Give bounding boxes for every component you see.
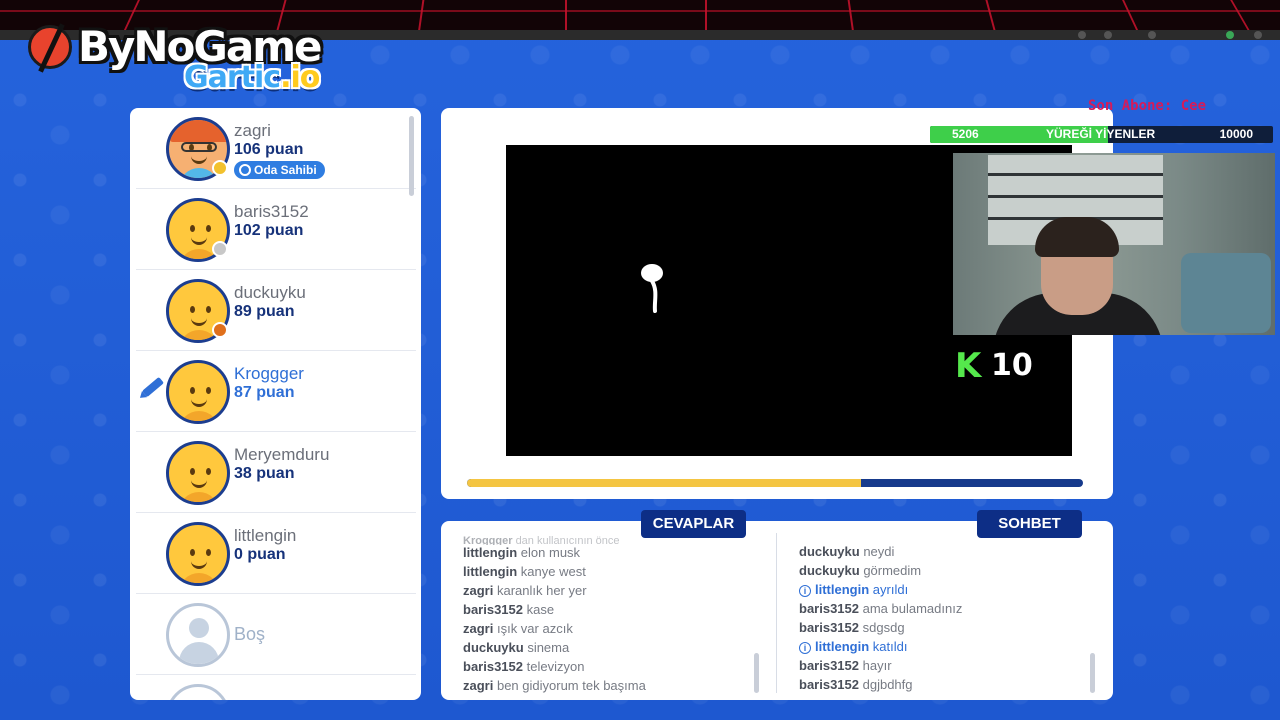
empty-avatar-icon (166, 684, 230, 700)
panel-divider (776, 533, 777, 693)
player-row[interactable]: duckuyku 89 puan (136, 270, 416, 351)
player-row[interactable]: baris3152 102 puan (136, 189, 416, 270)
donation-goal-bar: 5206 YÜREĞİ YİYENLER 10000 (930, 126, 1273, 143)
gartic-logo-main: Gartic (184, 60, 281, 95)
player-score: 106 puan (234, 141, 304, 158)
bynogame-mark-icon (28, 24, 72, 69)
chat-message: baris3152 sdgsdg (799, 620, 905, 635)
answer-message: littlengin kanye west (463, 564, 586, 579)
empty-slot[interactable]: Boş (136, 594, 416, 675)
answer-message: duckuyku sinema (463, 640, 570, 655)
profile-icon[interactable] (1226, 31, 1234, 39)
player-score: 89 puan (234, 303, 295, 320)
info-icon: i (799, 642, 811, 654)
goal-title: YÜREĞİ YİYENLER (1046, 127, 1156, 141)
answer-message: zagri karanlık her yer (463, 583, 587, 598)
player-score: 0 puan (234, 546, 286, 563)
answers-chat-panel: Kroggger dan kullanıcının önce littlengi… (441, 521, 1113, 700)
player-score: 102 puan (234, 222, 304, 239)
chat-message: baris3152 ama bulamadınız (799, 601, 963, 616)
empty-slot[interactable] (136, 675, 416, 700)
kick-icon: K (955, 345, 982, 386)
answer-message: zagri ben gidiyorum tek başıma (463, 678, 646, 693)
info-icon: i (799, 585, 811, 597)
chat-message: baris3152 dgjbdhfg (799, 677, 913, 692)
kick-counter: K 10 (955, 348, 1033, 383)
status-dot (212, 322, 228, 338)
gartic-logo-suffix: .io (280, 60, 320, 95)
answer-message: zagri ışık var azcık (463, 621, 573, 636)
answers-scrollbar[interactable] (754, 653, 759, 693)
player-name: Meryemduru (234, 445, 330, 464)
kick-counter-value: 10 (991, 348, 1033, 383)
status-dot (212, 241, 228, 257)
badge-label: Oda Sahibi (254, 163, 317, 177)
room-owner-badge: Oda Sahibi (234, 161, 325, 179)
avatar (166, 441, 230, 505)
system-message: i littlengin ayrıldı (799, 582, 1109, 601)
tab-answers[interactable]: CEVAPLAR (641, 510, 746, 538)
round-timer-fill (467, 479, 862, 487)
chat-scrollbar[interactable] (1090, 653, 1095, 693)
chat-message: duckuyku görmedim (799, 563, 922, 578)
player-row[interactable]: littlengin 0 puan (136, 513, 416, 594)
round-timer-bar (467, 479, 1083, 487)
crown-icon (239, 164, 251, 176)
player-name: duckuyku (234, 283, 306, 302)
streamer-webcam (953, 153, 1275, 335)
empty-avatar-icon (166, 603, 230, 667)
player-name: littlengin (234, 526, 297, 545)
extension-icon[interactable] (1104, 31, 1112, 39)
last-subscriber-ticker: Son Abone: Cee (1088, 98, 1207, 114)
player-score: 87 puan (234, 384, 295, 401)
player-row[interactable]: zagri 106 puan Oda Sahibi (136, 108, 416, 189)
extension-icon[interactable] (1078, 31, 1086, 39)
stroke-line (650, 279, 658, 313)
chat-message: baris3152 hayır (799, 658, 892, 673)
players-scrollbar[interactable] (409, 116, 414, 196)
players-panel: zagri 106 puan Oda Sahibi baris3152 102 … (130, 108, 421, 700)
answer-message: baris3152 televizyon (463, 659, 585, 674)
player-row-drawing[interactable]: Kroggger 87 puan (136, 351, 416, 432)
status-dot (212, 160, 228, 176)
empty-slot-label: Boş (234, 624, 266, 644)
chat-list: duckuyku neydi duckuyku görmedim i little… (799, 544, 1109, 696)
extension-icon[interactable] (1148, 31, 1156, 39)
pencil-icon (142, 376, 164, 398)
system-message: i littlengin katıldı (799, 639, 1109, 658)
chat-message: duckuyku neydi (799, 544, 895, 559)
gartic-logo[interactable]: Gartic.io (184, 60, 320, 95)
player-name: baris3152 (234, 202, 309, 221)
player-row[interactable]: Meryemduru 38 puan (136, 432, 416, 513)
goal-target: 10000 (1219, 127, 1253, 141)
avatar (166, 360, 230, 424)
player-name: zagri (234, 121, 271, 140)
answers-list: Kroggger dan kullanıcının önce littlengi… (463, 535, 773, 697)
answer-message: littlengin elon musk (463, 545, 581, 560)
answer-message: baris3152 kase (463, 602, 555, 617)
menu-icon[interactable] (1254, 31, 1262, 39)
avatar (166, 522, 230, 586)
tab-chat[interactable]: SOHBET (977, 510, 1082, 538)
player-name: Kroggger (234, 364, 304, 383)
goal-current: 5206 (952, 127, 979, 141)
player-score: 38 puan (234, 465, 295, 482)
